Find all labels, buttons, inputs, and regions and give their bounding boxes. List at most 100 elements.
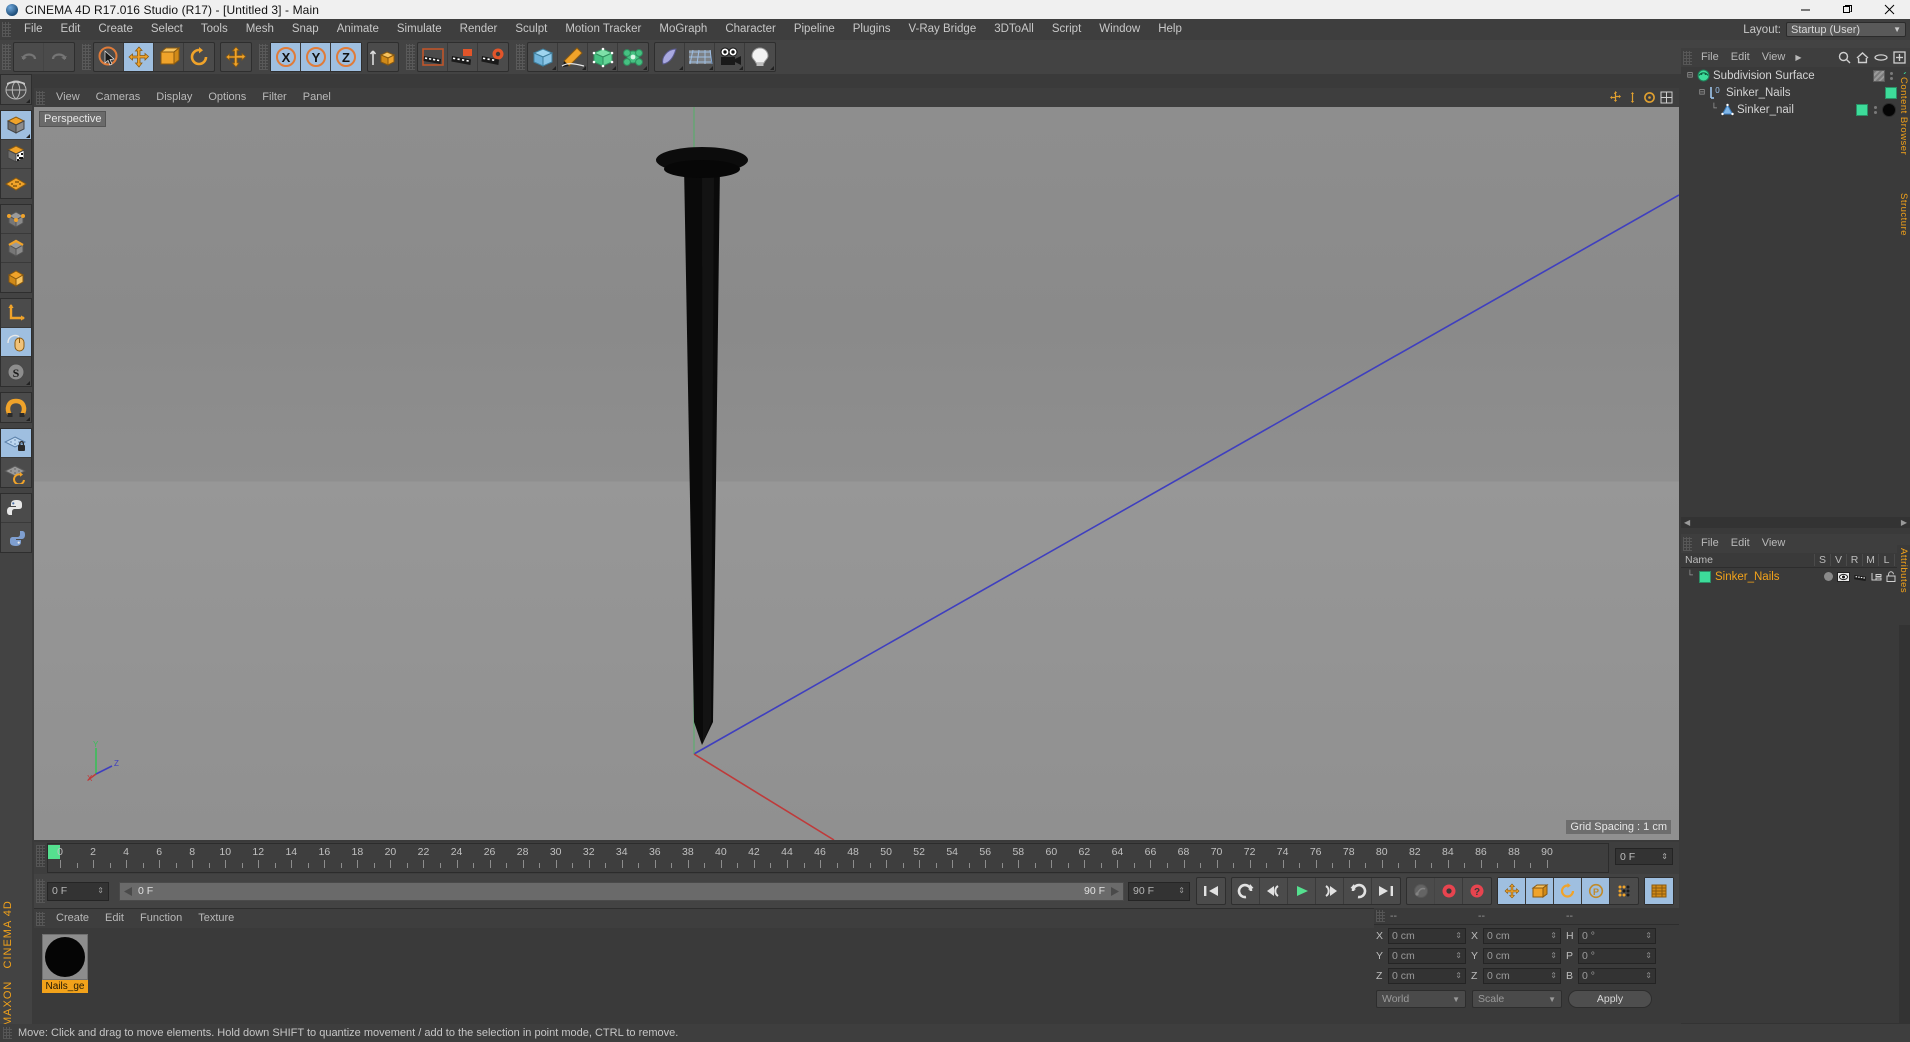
max-frame-field[interactable]: 90 F ⇕ bbox=[1128, 881, 1190, 901]
search-icon[interactable] bbox=[1838, 51, 1851, 64]
object-tree[interactable]: ⊟Subdivision Surface✓⊟0Sinker_Nails└Sink… bbox=[1681, 67, 1910, 118]
workplane-reset-button[interactable] bbox=[1, 458, 31, 487]
visibility-dots[interactable] bbox=[1888, 71, 1896, 80]
polygons-mode-button[interactable] bbox=[1, 263, 31, 292]
menu-item-3dtoall[interactable]: 3DToAll bbox=[985, 19, 1043, 40]
menu-item-file[interactable]: File bbox=[15, 19, 52, 40]
menu-item-snap[interactable]: Snap bbox=[283, 19, 328, 40]
menu-item-mograph[interactable]: MoGraph bbox=[650, 19, 716, 40]
add-camera-button[interactable] bbox=[715, 43, 745, 71]
timeline-ruler[interactable]: 0 2 4 6 8 10 12 14 16 18 20 22 24 26 28 30 32 34 36 38 40 42 4… bbox=[47, 843, 1609, 873]
object-tree-row[interactable]: ⊟ 0 Sinker_Nails bbox=[1681, 84, 1910, 101]
lock-y-axis-button[interactable]: Y bbox=[301, 43, 331, 71]
key-pla-button[interactable]: P bbox=[1582, 878, 1610, 904]
lower-manager-rows[interactable]: └ Sinker_Nails bbox=[1681, 568, 1910, 585]
menu-item-v-ray-bridge[interactable]: V-Ray Bridge bbox=[899, 19, 985, 40]
menu-item-tools[interactable]: Tools bbox=[192, 19, 237, 40]
rotate-tool-button[interactable] bbox=[184, 43, 214, 71]
go-to-start-button[interactable] bbox=[1197, 878, 1225, 904]
zoom-view-icon[interactable] bbox=[1626, 91, 1639, 104]
visibility-eye-icon[interactable] bbox=[1837, 571, 1850, 582]
add-spline-pen-button[interactable] bbox=[558, 43, 588, 71]
coordinate-mode-dropdown[interactable]: Scale ▼ bbox=[1472, 990, 1562, 1008]
viewport-menu-view[interactable]: View bbox=[48, 88, 88, 107]
viewport-menu-display[interactable]: Display bbox=[148, 88, 200, 107]
toolbar-grip-2[interactable] bbox=[82, 44, 91, 70]
spinner-icon[interactable]: ⇕ bbox=[1645, 972, 1652, 980]
menu-item-edit[interactable]: Edit bbox=[52, 19, 90, 40]
tree-expander-icon-2[interactable]: └ bbox=[1681, 571, 1699, 582]
play-backwards-loop-button[interactable] bbox=[1232, 878, 1260, 904]
timeline-range-bar[interactable]: 0 F 90 F bbox=[119, 881, 1124, 901]
home-icon[interactable] bbox=[1856, 51, 1869, 64]
phong-tag-icon[interactable] bbox=[1872, 69, 1885, 82]
scroll-left-icon[interactable]: ◀ bbox=[1681, 518, 1693, 527]
visibility-dots[interactable] bbox=[1871, 105, 1879, 114]
object-tree-row[interactable]: └ Sinker_nail bbox=[1681, 101, 1910, 118]
enable-snapping-button[interactable] bbox=[1, 328, 31, 357]
solo-toggle-icon[interactable] bbox=[1824, 572, 1833, 581]
position-field[interactable]: 0 cm ⇕ bbox=[1388, 948, 1466, 964]
apply-button[interactable]: Apply bbox=[1568, 990, 1652, 1008]
timeline-grip[interactable] bbox=[36, 845, 45, 867]
coordinates-grip[interactable] bbox=[1376, 910, 1385, 922]
rotation-field[interactable]: 0 ° ⇕ bbox=[1578, 928, 1656, 944]
viewport-menu-panel[interactable]: Panel bbox=[295, 88, 339, 107]
menu-item-plugins[interactable]: Plugins bbox=[844, 19, 900, 40]
spinner-icon[interactable]: ⇕ bbox=[1455, 972, 1462, 980]
workplane-lock-button[interactable] bbox=[1, 429, 31, 458]
position-field[interactable]: 0 cm ⇕ bbox=[1388, 968, 1466, 984]
lower-menu-edit[interactable]: Edit bbox=[1725, 534, 1756, 553]
menu-item-simulate[interactable]: Simulate bbox=[388, 19, 451, 40]
magnet-tool-button[interactable] bbox=[1, 393, 31, 422]
timeline-end-frame-field[interactable]: 0 F ⇕ bbox=[1615, 848, 1673, 865]
menu-item-motion-tracker[interactable]: Motion Tracker bbox=[556, 19, 650, 40]
keyframe-help-button[interactable]: ? bbox=[1463, 878, 1491, 904]
lower-menu-grip[interactable] bbox=[1683, 536, 1692, 551]
lower-menu-view[interactable]: View bbox=[1756, 534, 1792, 553]
lower-column-v[interactable]: V bbox=[1830, 554, 1846, 566]
material-item[interactable]: Nails_ge bbox=[42, 934, 88, 993]
3d-viewport[interactable]: Perspective Grid Spacing : 1 cm Y Z X bbox=[34, 107, 1679, 840]
lower-manager-vscrollbar[interactable] bbox=[1899, 568, 1910, 1023]
coordinate-system-dropdown[interactable]: World ▼ bbox=[1376, 990, 1466, 1008]
menu-item-pipeline[interactable]: Pipeline bbox=[785, 19, 844, 40]
current-frame-field[interactable]: 0 F ⇕ bbox=[47, 881, 109, 901]
maximize-view-icon[interactable] bbox=[1660, 91, 1673, 104]
previous-frame-button[interactable] bbox=[1260, 878, 1288, 904]
open-timeline-button[interactable] bbox=[1645, 878, 1673, 904]
texture-mode-button[interactable] bbox=[1, 140, 31, 169]
object-mode-button[interactable] bbox=[1, 111, 31, 140]
pan-view-icon[interactable] bbox=[1609, 91, 1622, 104]
viewport-menu-options[interactable]: Options bbox=[200, 88, 254, 107]
tree-expander-icon[interactable]: ⊟ bbox=[1695, 87, 1709, 99]
material-menu-grip[interactable] bbox=[36, 911, 45, 926]
rotate-view-icon[interactable] bbox=[1643, 91, 1656, 104]
move-tool-button[interactable] bbox=[124, 43, 154, 71]
spinner-icon-2[interactable]: ⇕ bbox=[97, 887, 104, 895]
layer-color-swatch[interactable] bbox=[1699, 570, 1711, 583]
size-field[interactable]: 0 cm ⇕ bbox=[1483, 948, 1561, 964]
menu-item-render[interactable]: Render bbox=[451, 19, 507, 40]
close-button[interactable] bbox=[1868, 0, 1910, 19]
lower-column-r[interactable]: R bbox=[1846, 554, 1862, 566]
object-menu-grip[interactable] bbox=[1683, 50, 1692, 65]
menu-item-script[interactable]: Script bbox=[1043, 19, 1090, 40]
live-selection-tool-button[interactable] bbox=[94, 43, 124, 71]
toolbar-grip-3[interactable] bbox=[259, 44, 268, 70]
play-button[interactable] bbox=[1288, 878, 1316, 904]
python-generator-button[interactable] bbox=[1, 523, 31, 552]
menubar-grip[interactable] bbox=[2, 22, 11, 37]
maximize-button[interactable] bbox=[1826, 0, 1868, 19]
menu-item-window[interactable]: Window bbox=[1090, 19, 1149, 40]
material-list[interactable]: Nails_ge bbox=[34, 928, 1374, 999]
lower-manager-row[interactable]: └ Sinker_Nails bbox=[1681, 568, 1910, 585]
render-view-button[interactable] bbox=[418, 43, 448, 71]
nail-3d-object[interactable] bbox=[34, 107, 1679, 840]
menu-item-animate[interactable]: Animate bbox=[328, 19, 388, 40]
rotation-field[interactable]: 0 ° ⇕ bbox=[1578, 948, 1656, 964]
material-menu-create[interactable]: Create bbox=[48, 909, 97, 928]
go-to-end-button[interactable] bbox=[1372, 878, 1400, 904]
add-deformer-button[interactable] bbox=[618, 43, 648, 71]
rotation-field[interactable]: 0 ° ⇕ bbox=[1578, 968, 1656, 984]
